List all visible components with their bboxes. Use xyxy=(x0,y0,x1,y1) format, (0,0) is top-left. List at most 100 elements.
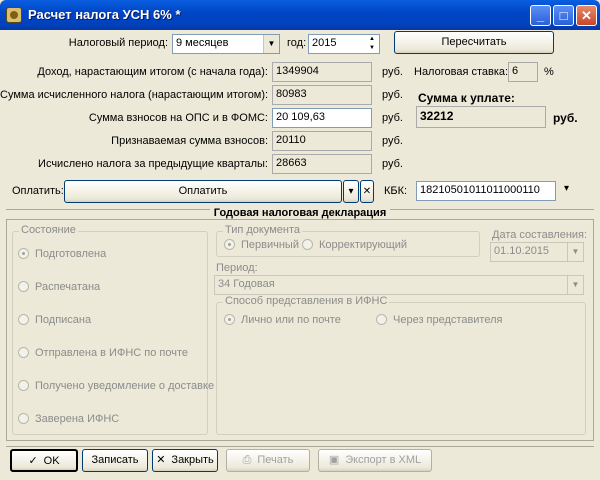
window-title: Расчет налога УСН 6% * xyxy=(28,7,181,22)
state-certified-label: Заверена ИФНС xyxy=(35,413,120,425)
state-group: Состояние xyxy=(12,224,208,435)
radio-icon xyxy=(18,380,29,391)
date-value: 01.10.2015 xyxy=(494,245,550,257)
declaration-title: Годовая налоговая декларация xyxy=(0,207,600,219)
radio-icon xyxy=(18,248,29,259)
state-sent[interactable]: Отправлена в ИФНС по почте xyxy=(18,347,188,359)
method-personal-label: Лично или по почте xyxy=(241,314,341,326)
close-button[interactable]: ✕ Закрыть xyxy=(152,449,218,472)
contributions-unit: руб. xyxy=(382,112,403,124)
ok-button[interactable]: ✓ OK xyxy=(10,449,78,472)
spinner-arrows-icon[interactable]: ▲ ▼ xyxy=(365,35,379,53)
state-printed-label: Распечатана xyxy=(35,281,101,293)
recognized-label: Признаваемая сумма взносов: xyxy=(111,135,268,147)
export-xml-button[interactable]: ▣ Экспорт в XML xyxy=(318,449,432,472)
kbk-input[interactable]: 18210501011011000110 xyxy=(416,181,556,201)
rate-unit: % xyxy=(544,66,554,78)
radio-icon xyxy=(302,239,313,250)
minimize-button[interactable]: _ xyxy=(530,5,551,26)
method-personal[interactable]: Лично или по почте xyxy=(224,314,341,326)
declaration-title-text: Годовая налоговая декларация xyxy=(209,207,391,219)
decl-period-value: 34 Годовая xyxy=(218,278,275,290)
method-representative-label: Через представителя xyxy=(393,314,503,326)
period-label: Налоговый период: xyxy=(68,37,168,49)
checkmark-icon: ✓ xyxy=(28,455,38,467)
prev-quarters-unit: руб. xyxy=(382,158,403,170)
method-caption: Способ представления в ИФНС xyxy=(223,295,390,307)
select-icon[interactable]: ▾ xyxy=(564,183,569,194)
kbk-label: КБК: xyxy=(384,185,408,197)
radio-icon xyxy=(376,314,387,325)
radio-icon xyxy=(224,314,235,325)
topay-label: Сумма к уплате: xyxy=(418,91,515,105)
print-label: Печать xyxy=(257,454,294,466)
ok-label: OK xyxy=(43,455,60,467)
date-label: Дата составления: xyxy=(492,229,588,241)
income-label: Доход, нарастающим итогом (с начала года… xyxy=(37,66,268,78)
export-label: Экспорт в XML xyxy=(345,454,422,466)
prev-quarters-value: 28663 xyxy=(272,154,372,174)
state-delivered[interactable]: Получено уведомление о доставке xyxy=(18,380,214,392)
contributions-label: Сумма взносов на ОПС и в ФОМС: xyxy=(88,112,268,124)
maximize-button[interactable]: □ xyxy=(553,5,574,26)
close-label: Закрыть xyxy=(171,454,214,466)
print-button[interactable]: ⎙ Печать xyxy=(226,449,310,472)
recognized-value: 20110 xyxy=(272,131,372,151)
decl-period-select[interactable]: 34 Годовая ▼ xyxy=(214,275,584,295)
income-value: 1349904 xyxy=(272,62,372,82)
method-representative[interactable]: Через представителя xyxy=(376,314,502,326)
contributions-input[interactable]: 20 109,63 xyxy=(272,108,372,128)
state-certified[interactable]: Заверена ИФНС xyxy=(18,413,119,425)
state-prepared[interactable]: Подготовлена xyxy=(18,248,106,260)
tax-calc-window: Расчет налога УСН 6% * _ □ ✕ Налоговый п… xyxy=(0,0,600,480)
printer-icon: ⎙ xyxy=(242,454,252,466)
chevron-down-icon[interactable]: ▼ xyxy=(263,35,279,53)
pay-button[interactable]: Оплатить xyxy=(64,180,342,203)
doc-type-corrective[interactable]: Корректирующий xyxy=(302,239,407,251)
period-select-value: 9 месяцев xyxy=(176,37,229,49)
state-delivered-label: Получено уведомление о доставке xyxy=(35,380,215,392)
decl-period-label: Период: xyxy=(216,262,258,274)
doc-type-primary-label: Первичный xyxy=(241,239,299,251)
floppy-disk-icon: ▣ xyxy=(328,454,340,466)
radio-icon xyxy=(18,314,29,325)
doc-type-caption: Тип документа xyxy=(223,224,303,236)
doc-type-primary[interactable]: Первичный xyxy=(224,239,299,251)
rate-value: 6 xyxy=(508,62,538,82)
year-spinner[interactable]: 2015 ▲ ▼ xyxy=(308,34,380,54)
select-icon[interactable]: ▾ xyxy=(343,180,359,203)
close-window-button[interactable]: ✕ xyxy=(576,5,597,26)
tax-sum-value: 80983 xyxy=(272,85,372,105)
topay-value: 32212 xyxy=(416,106,546,128)
date-picker[interactable]: 01.10.2015 ▼ xyxy=(490,242,584,262)
state-printed[interactable]: Распечатана xyxy=(18,281,100,293)
chevron-down-icon[interactable]: ▼ xyxy=(567,243,583,261)
state-caption: Состояние xyxy=(19,224,78,236)
recognized-unit: руб. xyxy=(382,135,403,147)
tax-sum-label: Сумма исчисленного налога (нарастающим и… xyxy=(0,89,269,101)
state-signed-label: Подписана xyxy=(35,314,92,326)
save-button[interactable]: Записать xyxy=(82,449,148,472)
doc-type-corrective-label: Корректирующий xyxy=(319,239,408,251)
state-prepared-label: Подготовлена xyxy=(35,248,107,260)
topay-unit: руб. xyxy=(553,111,578,125)
rate-label: Налоговая ставка: xyxy=(414,66,509,78)
state-sent-label: Отправлена в ИФНС по почте xyxy=(35,347,189,359)
footer-separator xyxy=(6,446,594,447)
tax-sum-unit: руб. xyxy=(382,89,403,101)
radio-icon xyxy=(18,281,29,292)
clear-icon[interactable]: ✕ xyxy=(360,180,374,203)
year-value: 2015 xyxy=(312,37,337,49)
period-select[interactable]: 9 месяцев ▼ xyxy=(172,34,280,54)
prev-quarters-label: Исчислено налога за предыдущие кварталы: xyxy=(38,158,268,170)
radio-icon xyxy=(224,239,235,250)
chevron-down-icon[interactable]: ▼ xyxy=(567,276,583,294)
recalculate-button[interactable]: Пересчитать xyxy=(394,31,554,54)
radio-icon xyxy=(18,347,29,358)
year-label: год: xyxy=(287,37,307,49)
income-unit: руб. xyxy=(382,66,403,78)
pay-label: Оплатить: xyxy=(12,185,64,197)
state-signed[interactable]: Подписана xyxy=(18,314,91,326)
radio-icon xyxy=(18,413,29,424)
title-bar[interactable]: Расчет налога УСН 6% * _ □ ✕ xyxy=(0,0,600,30)
